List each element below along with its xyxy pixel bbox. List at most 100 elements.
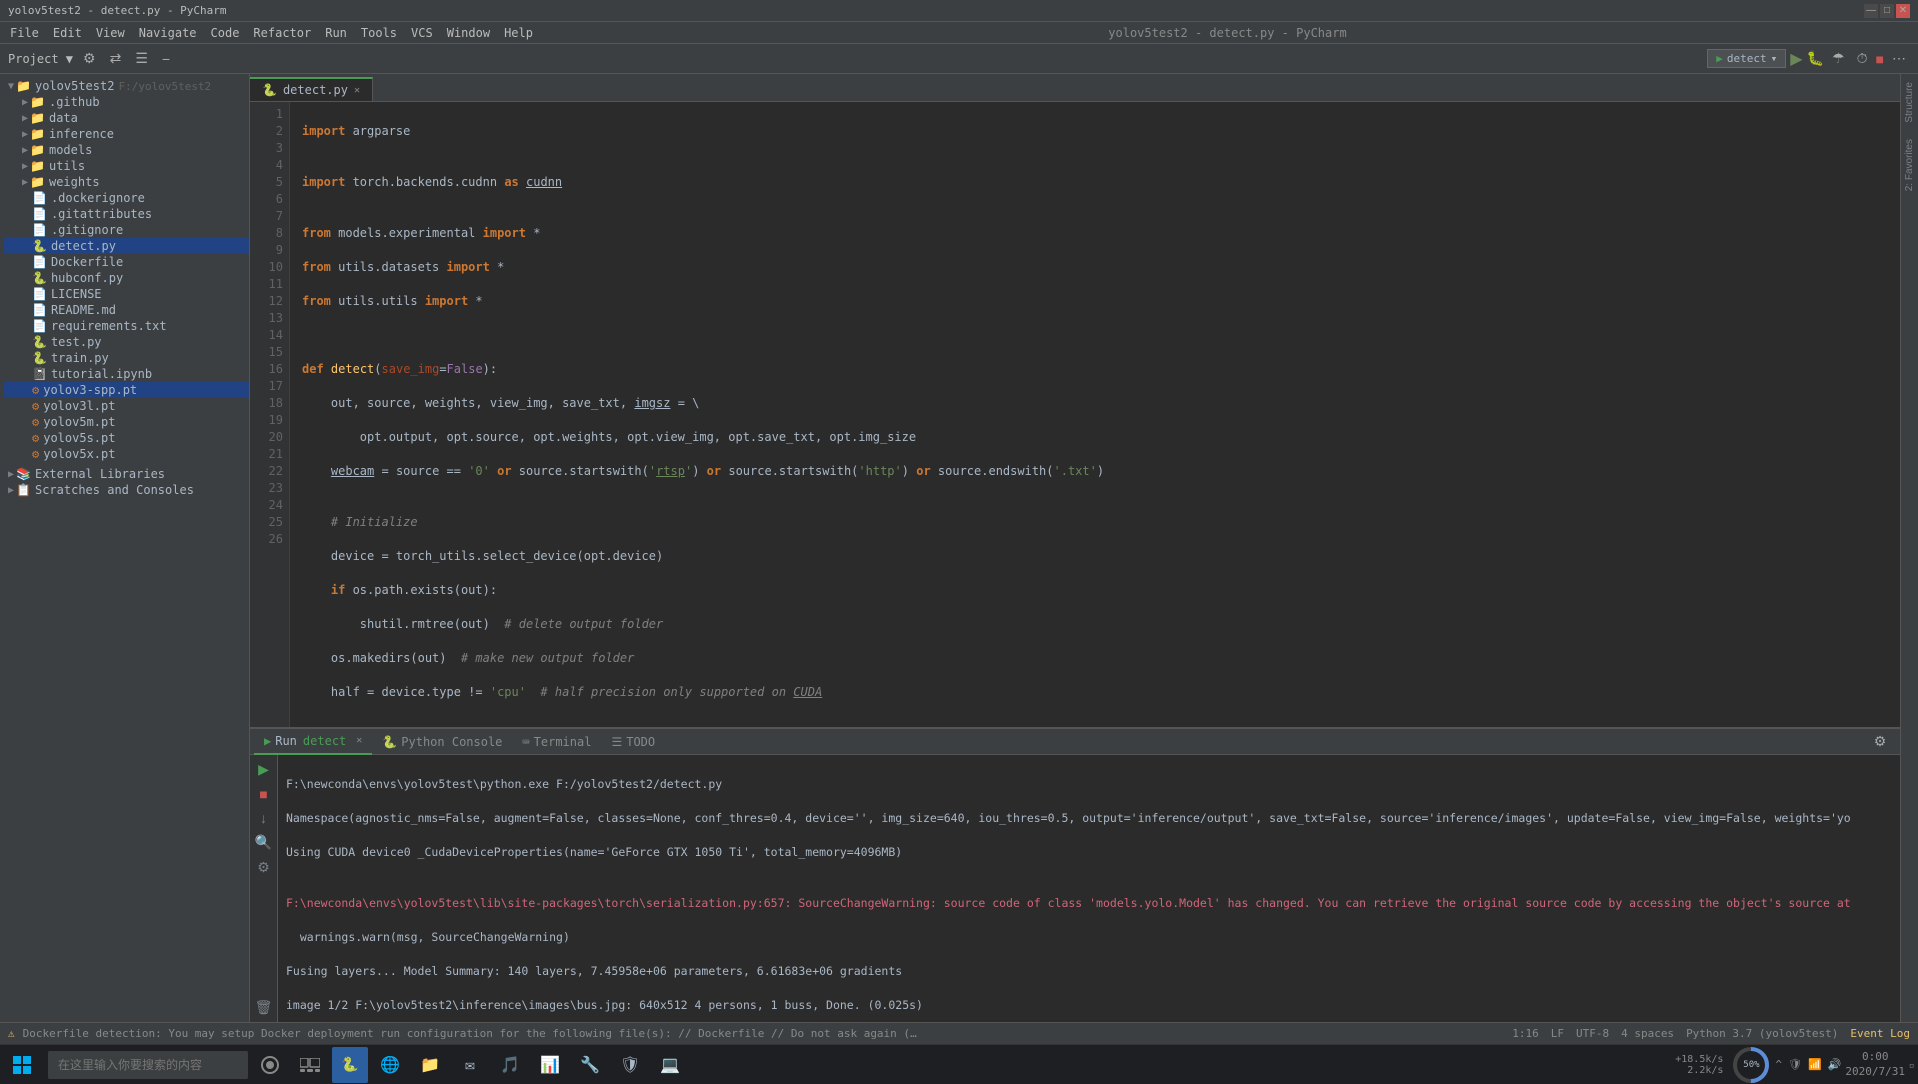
terminal-output[interactable]: F:\newconda\envs\yolov5test\python.exe F… <box>278 755 1918 1022</box>
gear-icon[interactable]: ☰ <box>131 48 152 69</box>
run-config-button[interactable]: ▶ detect ▾ <box>1707 49 1786 68</box>
minus-icon[interactable]: − <box>158 49 174 69</box>
maximize-button[interactable]: □ <box>1880 4 1894 18</box>
cursor-position[interactable]: 1:16 <box>1512 1027 1539 1040</box>
run-stop-btn[interactable]: ■ <box>257 784 269 804</box>
todo-tab[interactable]: ☰ TODO <box>601 729 665 755</box>
tree-github[interactable]: ▶ 📁 .github <box>4 94 249 110</box>
show-desktop-button[interactable]: ▫ <box>1909 1057 1914 1073</box>
tray-shield[interactable]: 🛡 <box>1788 1058 1802 1071</box>
tree-tutorial[interactable]: 📓 tutorial.ipynb <box>4 366 249 382</box>
menu-navigate[interactable]: Navigate <box>133 24 203 42</box>
task-view-button[interactable] <box>292 1047 328 1083</box>
minimize-button[interactable]: — <box>1864 4 1878 18</box>
menu-edit[interactable]: Edit <box>47 24 88 42</box>
stop-button[interactable]: ■ <box>1876 51 1884 67</box>
cortana-button[interactable] <box>252 1047 288 1083</box>
menu-vcs[interactable]: VCS <box>405 24 439 42</box>
tree-data[interactable]: ▶ 📁 data <box>4 110 249 126</box>
more-tools[interactable]: ⋯ <box>1888 48 1910 69</box>
tree-dockerignore[interactable]: 📄 .dockerignore <box>4 190 249 206</box>
tree-test-py[interactable]: 🐍 test.py <box>4 334 249 350</box>
menu-file[interactable]: File <box>4 24 45 42</box>
status-message[interactable]: Dockerfile detection: You may setup Dock… <box>23 1027 923 1040</box>
tree-yolov3l[interactable]: ⚙ yolov3l.pt <box>4 398 249 414</box>
run-scroll-btn[interactable]: ↓ <box>258 808 269 828</box>
tree-weights[interactable]: ▶ 📁 weights <box>4 174 249 190</box>
bottom-settings-button[interactable]: ⚙ <box>1870 731 1891 752</box>
tree-gitattributes[interactable]: 📄 .gitattributes <box>4 206 249 222</box>
menu-view[interactable]: View <box>90 24 131 42</box>
coverage-button[interactable]: ☂ <box>1828 48 1849 69</box>
tab-detect-py[interactable]: 🐍 detect.py ✕ <box>250 77 373 101</box>
start-button[interactable] <box>4 1047 40 1083</box>
tray-volume[interactable]: 🔊 <box>1828 1058 1842 1071</box>
run-tab-close[interactable]: ✕ <box>356 735 362 746</box>
tree-yolov5m[interactable]: ⚙ yolov5m.pt <box>4 414 249 430</box>
tree-requirements[interactable]: 📄 requirements.txt <box>4 318 249 334</box>
run-settings-btn[interactable]: ⚙ <box>255 857 272 878</box>
close-button[interactable]: ✕ <box>1896 4 1910 18</box>
menu-tools[interactable]: Tools <box>355 24 403 42</box>
tree-inference[interactable]: ▶ 📁 inference <box>4 126 249 142</box>
project-label[interactable]: Project ▼ <box>8 52 73 66</box>
run-trash-btn[interactable]: 🗑 <box>253 997 275 1018</box>
menu-code[interactable]: Code <box>205 24 246 42</box>
tree-external-libraries[interactable]: ▶ 📚 External Libraries <box>4 466 249 482</box>
run-config-dropdown[interactable]: ▾ <box>1771 52 1778 65</box>
indent-info[interactable]: 4 spaces <box>1621 1027 1674 1040</box>
taskbar-app-7[interactable]: 🛡 <box>612 1047 648 1083</box>
menu-help[interactable]: Help <box>498 24 539 42</box>
terminal-tab[interactable]: ⌨ Terminal <box>512 729 601 755</box>
taskbar-app-2[interactable]: 📁 <box>412 1047 448 1083</box>
tab-close[interactable]: ✕ <box>354 85 360 96</box>
window-controls[interactable]: — □ ✕ <box>1864 4 1910 18</box>
code-content[interactable]: import argparse import torch.backends.cu… <box>290 102 1908 727</box>
taskbar-app-8[interactable]: 💻 <box>652 1047 688 1083</box>
run-tab[interactable]: ▶ Run detect ✕ <box>254 729 372 755</box>
run-filter-btn[interactable]: 🔍 <box>253 832 274 853</box>
tree-scratches[interactable]: ▶ 📋 Scratches and Consoles <box>4 482 249 498</box>
run-restart-button[interactable]: ▶ <box>256 759 271 780</box>
arrow-icon[interactable]: ⇄ <box>106 48 126 69</box>
tree-dockerfile[interactable]: 📄 Dockerfile <box>4 254 249 270</box>
menu-run[interactable]: Run <box>319 24 353 42</box>
tree-readme[interactable]: 📄 README.md <box>4 302 249 318</box>
event-log-label[interactable]: Event Log <box>1850 1027 1910 1040</box>
profile-button[interactable]: ⏱ <box>1853 48 1872 69</box>
tree-hubconf[interactable]: 🐍 hubconf.py <box>4 270 249 286</box>
taskbar-app-1[interactable]: 🌐 <box>372 1047 408 1083</box>
menu-refactor[interactable]: Refactor <box>247 24 317 42</box>
encoding[interactable]: UTF-8 <box>1576 1027 1609 1040</box>
tree-detect-py[interactable]: 🐍 detect.py <box>4 238 249 254</box>
taskbar-app-4[interactable]: 🎵 <box>492 1047 528 1083</box>
tree-yolov5s[interactable]: ⚙ yolov5s.pt <box>4 430 249 446</box>
favorites-panel-button[interactable]: 2: Favorites <box>1904 139 1915 191</box>
debug-button[interactable]: 🐛 <box>1807 50 1824 67</box>
cpu-widget[interactable]: 50% <box>1731 1045 1771 1084</box>
structure-panel-button[interactable]: Structure <box>1904 82 1915 123</box>
tree-root[interactable]: ▼ 📁 yolov5test2 F:/yolov5test2 <box>4 78 249 94</box>
tray-wifi[interactable]: 📶 <box>1808 1058 1822 1071</box>
tree-yolov5x[interactable]: ⚙ yolov5x.pt <box>4 446 249 462</box>
pycharm-taskbar-button[interactable]: 🐍 <box>332 1047 368 1083</box>
python-console-tab[interactable]: 🐍 Python Console <box>372 729 512 755</box>
taskbar-app-6[interactable]: 🔧 <box>572 1047 608 1083</box>
taskbar-app-5[interactable]: 📊 <box>532 1047 568 1083</box>
settings-icon[interactable]: ⚙ <box>79 48 100 69</box>
tray-icon-1[interactable]: ^ <box>1775 1058 1782 1071</box>
clock[interactable]: 0:00 2020/7/31 <box>1845 1050 1905 1079</box>
line-ending[interactable]: LF <box>1551 1027 1564 1040</box>
tree-train-py[interactable]: 🐍 train.py <box>4 350 249 366</box>
code-line-1: import argparse <box>302 123 1908 140</box>
tree-gitignore[interactable]: 📄 .gitignore <box>4 222 249 238</box>
taskbar-search[interactable] <box>48 1051 248 1079</box>
menu-window[interactable]: Window <box>441 24 496 42</box>
taskbar-app-3[interactable]: ✉ <box>452 1047 488 1083</box>
run-button[interactable]: ▶ <box>1790 49 1802 69</box>
tree-utils[interactable]: ▶ 📁 utils <box>4 158 249 174</box>
tree-models[interactable]: ▶ 📁 models <box>4 142 249 158</box>
python-version[interactable]: Python 3.7 (yolov5test) <box>1686 1027 1838 1040</box>
tree-license[interactable]: 📄 LICENSE <box>4 286 249 302</box>
tree-yolov3-spp[interactable]: ⚙ yolov3-spp.pt <box>4 382 249 398</box>
